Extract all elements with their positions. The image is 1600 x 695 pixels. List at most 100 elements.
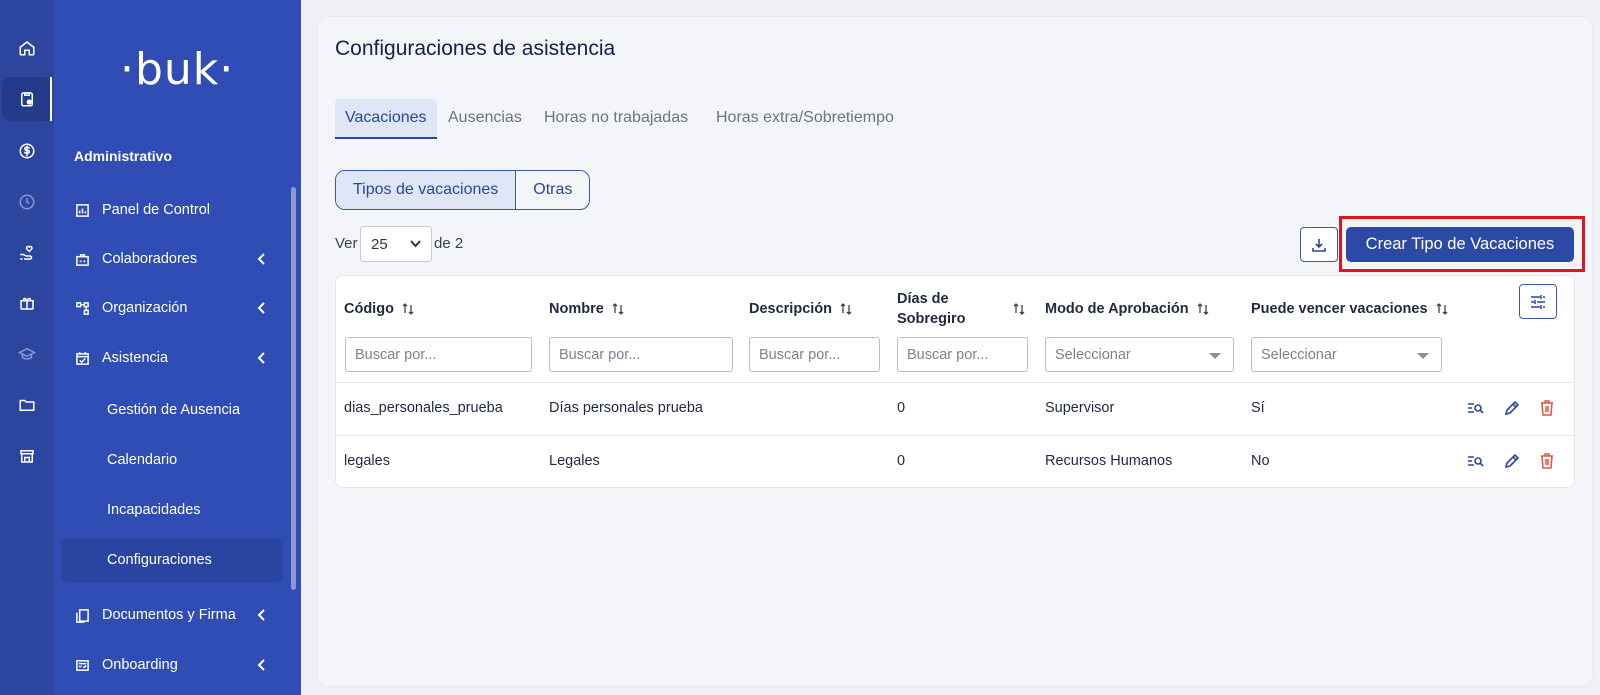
filter-descripcion-input[interactable]: Buscar por... xyxy=(749,337,880,372)
tab-vacaciones[interactable]: Vacaciones xyxy=(335,99,437,139)
per-page-value: 25 xyxy=(371,235,388,253)
download-button[interactable] xyxy=(1300,227,1338,262)
store-icon[interactable] xyxy=(2,434,52,478)
row-divider xyxy=(336,435,1574,436)
section-title: Administrativo xyxy=(74,148,173,164)
dollar-icon[interactable] xyxy=(2,129,52,173)
sidebar-item-onboarding[interactable]: Onboarding xyxy=(74,653,274,677)
sidebar-item-colaboradores[interactable]: Colaboradores xyxy=(74,247,274,271)
cell-puede-vencer: No xyxy=(1251,453,1270,469)
caret-down-icon xyxy=(1209,353,1221,359)
column-header-label: Días de xyxy=(897,291,949,307)
create-vacation-type-button[interactable]: Crear Tipo de Vacaciones xyxy=(1346,227,1574,262)
tab-horas-no-trabajadas[interactable]: Horas no trabajadas xyxy=(534,99,698,139)
chevron-left-icon xyxy=(257,253,265,265)
view-details-icon[interactable] xyxy=(1466,452,1484,470)
calendar-check-icon xyxy=(74,350,90,366)
column-header-label: Código xyxy=(344,301,394,317)
sidebar: ·buk· Administrativo Panel de Control Co… xyxy=(54,0,301,695)
sort-icon xyxy=(402,303,414,315)
per-page-label: Ver xyxy=(335,235,358,252)
edit-icon[interactable] xyxy=(1503,452,1521,470)
chevron-left-icon xyxy=(257,302,265,314)
column-header-modo-de-aprobacion[interactable]: Modo de Aprobación xyxy=(1045,301,1210,317)
folder-icon[interactable] xyxy=(2,383,52,427)
sliders-icon xyxy=(1531,294,1545,309)
sort-icon xyxy=(840,303,852,315)
column-header-label: Modo de Aprobación xyxy=(1045,301,1189,317)
filter-modo-aprobacion-select[interactable]: Seleccionar xyxy=(1045,337,1234,372)
filter-puede-vencer-select[interactable]: Seleccionar xyxy=(1251,337,1442,372)
cell-puede-vencer: Sí xyxy=(1251,400,1265,416)
id-card-icon xyxy=(74,251,90,267)
sidebar-item-organizacion[interactable]: Organización xyxy=(74,296,274,320)
sidebar-item-label: Colaboradores xyxy=(102,251,198,267)
onboarding-icon xyxy=(74,657,90,673)
sidebar-subitem-incapacidades[interactable]: Incapacidades xyxy=(107,498,201,522)
filter-dias-sobregiro-input[interactable]: Buscar por... xyxy=(897,337,1028,372)
gift-icon[interactable] xyxy=(2,281,52,325)
per-page-select[interactable]: 25 xyxy=(360,226,432,262)
sort-icon xyxy=(1197,303,1209,315)
cell-codigo: dias_personales_prueba xyxy=(344,400,503,416)
chevron-left-icon xyxy=(257,352,265,364)
sidebar-subitem-gestion-de-ausencia[interactable]: Gestión de Ausencia xyxy=(107,398,240,422)
cell-nombre: Legales xyxy=(549,453,600,469)
buk-logo[interactable]: ·buk· xyxy=(120,44,234,95)
sidebar-item-label: Onboarding xyxy=(102,657,178,673)
column-header-nombre[interactable]: Nombre xyxy=(549,301,625,317)
filter-codigo-input[interactable]: Buscar por... xyxy=(345,337,532,372)
sidebar-item-label: Asistencia xyxy=(102,350,169,366)
sidebar-subitem-calendario[interactable]: Calendario xyxy=(107,448,177,472)
select-placeholder: Seleccionar xyxy=(1261,346,1337,363)
delete-icon[interactable] xyxy=(1538,399,1556,417)
sidebar-item-panel-de-control[interactable]: Panel de Control xyxy=(74,198,274,222)
sidebar-scrollbar[interactable] xyxy=(291,187,296,590)
column-header-label: Descripción xyxy=(749,301,832,317)
org-chart-icon xyxy=(74,300,90,316)
segment-otras[interactable]: Otras xyxy=(516,171,589,209)
column-header-codigo[interactable]: Código xyxy=(344,301,415,317)
download-icon xyxy=(1312,238,1326,252)
icon-rail xyxy=(0,0,54,695)
tab-ausencias[interactable]: Ausencias xyxy=(438,99,532,139)
page-title: Configuraciones de asistencia xyxy=(335,37,616,60)
sidebar-subitem-configuraciones[interactable]: Configuraciones xyxy=(107,548,212,572)
sidebar-item-label: Organización xyxy=(102,300,188,316)
column-header-label: Puede vencer vacaciones xyxy=(1251,301,1428,317)
filter-nombre-input[interactable]: Buscar por... xyxy=(549,337,733,372)
column-header-descripcion[interactable]: Descripción xyxy=(749,301,853,317)
cell-nombre: Días personales prueba xyxy=(549,400,703,416)
column-header-label: Nombre xyxy=(549,301,604,317)
chart-icon xyxy=(74,202,90,218)
segment-control: Tipos de vacaciones Otras xyxy=(335,170,591,210)
sidebar-item-asistencia[interactable]: Asistencia xyxy=(74,346,274,370)
view-details-icon[interactable] xyxy=(1466,399,1484,417)
sidebar-item-label: Panel de Control xyxy=(102,202,211,218)
edit-icon[interactable] xyxy=(1503,399,1521,417)
caret-down-icon xyxy=(1417,353,1429,359)
column-settings-button[interactable] xyxy=(1519,284,1557,319)
cell-modo-aprobacion: Recursos Humanos xyxy=(1045,453,1173,469)
delete-icon[interactable] xyxy=(1538,452,1556,470)
clipboard-icon[interactable] xyxy=(2,77,52,121)
chevron-down-icon xyxy=(410,240,421,248)
column-header-puede-vencer-vacaciones[interactable]: Puede vencer vacaciones xyxy=(1251,301,1449,317)
chevron-left-icon xyxy=(257,609,265,621)
sidebar-item-label: Documentos y Firma xyxy=(102,607,236,623)
column-header-label: Sobregiro xyxy=(897,311,966,327)
sort-icon xyxy=(1436,303,1447,315)
hand-heart-icon[interactable] xyxy=(2,231,52,275)
sort-icon[interactable] xyxy=(1012,302,1026,316)
home-icon[interactable] xyxy=(2,26,52,70)
row-divider xyxy=(336,382,1574,383)
column-header-dias-de-sobregiro[interactable]: Días de Sobregiro xyxy=(897,289,965,329)
clock-icon[interactable] xyxy=(2,180,52,224)
segment-tipos-de-vacaciones[interactable]: Tipos de vacaciones xyxy=(336,171,517,209)
rail-active-indicator xyxy=(50,77,52,121)
graduation-cap-icon[interactable] xyxy=(2,332,52,376)
sort-icon xyxy=(612,303,624,315)
select-placeholder: Seleccionar xyxy=(1055,346,1131,363)
tab-horas-extra[interactable]: Horas extra/Sobretiempo xyxy=(706,99,904,139)
sidebar-item-documentos-y-firma[interactable]: Documentos y Firma xyxy=(74,603,274,627)
